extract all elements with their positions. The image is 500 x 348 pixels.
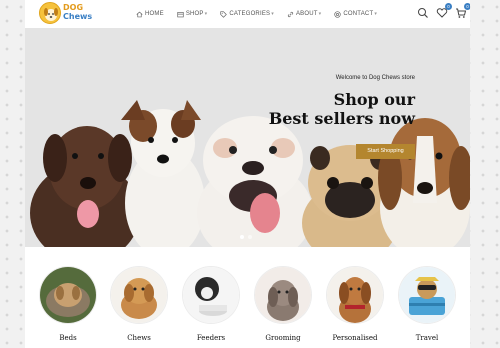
wishlist-button[interactable]: 0 <box>436 3 452 18</box>
chevron-down-icon: ▾ <box>318 11 322 17</box>
category-row: Beds Chews Feeders Grooming Personalised <box>25 247 470 348</box>
dog-logo-icon <box>39 2 61 24</box>
nav-shop-label: SHOP <box>185 11 204 17</box>
category-beds[interactable]: Beds <box>38 267 98 342</box>
hero-title-line-1: Shop our <box>333 90 415 109</box>
nav-home-label: HOME <box>145 11 164 17</box>
category-personalised-image <box>327 267 383 323</box>
category-travel[interactable]: Travel <box>397 267 457 342</box>
category-grooming[interactable]: Grooming <box>253 267 313 342</box>
site-header: DOG Chews HOME SHOP ▾ CATEGORIES ▾ ABOUT <box>25 0 470 28</box>
carousel-dot-1[interactable] <box>240 235 244 239</box>
search-icon[interactable] <box>417 6 429 18</box>
site-logo[interactable]: DOG Chews <box>39 2 92 24</box>
category-travel-label: Travel <box>415 334 439 342</box>
category-feeders[interactable]: Feeders <box>181 267 241 342</box>
nav-home[interactable]: HOME <box>136 11 164 18</box>
category-chews[interactable]: Chews <box>109 267 169 342</box>
hero-banner: Welcome to Dog Chews store Shop our Best… <box>25 28 470 247</box>
category-grooming-image <box>255 267 311 323</box>
nav-contact[interactable]: CONTACT ▾ <box>334 10 378 18</box>
header-icons: 0 0 <box>417 3 470 18</box>
shop-icon <box>177 11 184 17</box>
carousel-dot-2[interactable] <box>248 235 252 239</box>
cart-count-badge: 0 <box>464 3 470 10</box>
category-personalised[interactable]: Personalised <box>325 267 385 342</box>
logo-line-1: DOG <box>63 3 84 12</box>
category-feeders-image <box>183 267 239 323</box>
category-chews-image <box>111 267 167 323</box>
hero-title: Shop our Best sellers now <box>215 90 415 128</box>
logo-text: DOG Chews <box>63 3 93 21</box>
category-grooming-label: Grooming <box>265 334 301 342</box>
cart-button[interactable]: 0 <box>455 3 470 18</box>
main-nav: HOME SHOP ▾ CATEGORIES ▾ ABOUT ▾ CONTACT… <box>136 8 390 20</box>
at-icon <box>334 10 342 18</box>
category-personalised-label: Personalised <box>332 334 378 342</box>
start-shopping-button[interactable]: Start Shopping <box>356 144 415 159</box>
chevron-down-icon: ▾ <box>374 11 378 17</box>
nav-contact-label: CONTACT <box>343 11 374 17</box>
hero-title-line-2: Best sellers now <box>268 109 415 128</box>
link-icon <box>287 11 294 17</box>
page: DOG Chews HOME SHOP ▾ CATEGORIES ▾ ABOUT <box>25 0 470 348</box>
category-beds-label: Beds <box>59 334 77 342</box>
wishlist-count-badge: 0 <box>445 3 452 10</box>
nav-categories-label: CATEGORIES <box>229 11 271 17</box>
nav-shop[interactable]: SHOP ▾ <box>177 11 208 18</box>
logo-line-2: Chews <box>63 12 93 21</box>
category-chews-label: Chews <box>127 334 151 342</box>
hero-kicker: Welcome to Dog Chews store <box>335 75 415 81</box>
chevron-down-icon: ▾ <box>204 11 208 17</box>
hero-dogs-image <box>30 100 470 247</box>
nav-about[interactable]: ABOUT ▾ <box>287 11 321 18</box>
tag-icon <box>220 10 228 18</box>
category-beds-image <box>40 267 96 323</box>
category-travel-image <box>399 267 455 323</box>
nav-categories[interactable]: CATEGORIES ▾ <box>220 10 274 18</box>
chevron-down-icon: ▾ <box>271 11 274 17</box>
nav-about-label: ABOUT <box>295 11 318 17</box>
carousel-dots <box>240 235 256 239</box>
home-icon <box>136 11 143 17</box>
category-feeders-label: Feeders <box>196 334 226 342</box>
